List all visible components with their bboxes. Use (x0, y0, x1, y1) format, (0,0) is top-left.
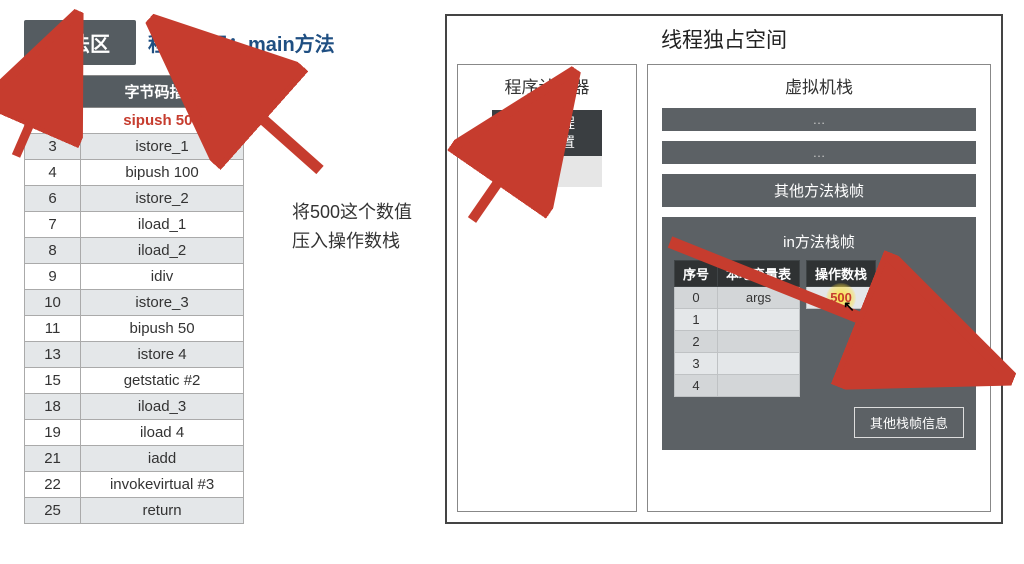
table-row: 7iload_1 (25, 212, 244, 238)
method-area-panel: 方法区 程序入口：main方法 序号 字节码指令 0sipush 5003ist… (24, 20, 434, 524)
lvt-idx: 1 (675, 309, 718, 331)
cursor-icon: ↖ (843, 298, 855, 315)
table-row: 3 (675, 353, 800, 375)
lvt-val (718, 375, 800, 397)
lvt-col-idx: 序号 (675, 261, 718, 287)
row-instr: istore_3 (81, 290, 244, 316)
row-instr: idiv (81, 264, 244, 290)
table-row: 18iload_3 (25, 394, 244, 420)
row-index: 13 (25, 342, 81, 368)
col-index: 序号 (25, 76, 81, 108)
lvt-val: args (718, 287, 800, 309)
row-index: 9 (25, 264, 81, 290)
thread-space-title: 线程独占空间 (447, 16, 1001, 58)
note-line1: 将500这个数值 (292, 198, 412, 227)
operand-stack-table: 操作数栈 500 ↖ (806, 260, 876, 309)
row-instr: return (81, 498, 244, 524)
table-row: 9idiv (25, 264, 244, 290)
row-instr: iload_2 (81, 238, 244, 264)
row-index: 15 (25, 368, 81, 394)
pc-current-label: 当前线程 执行位置 (492, 110, 602, 156)
row-index: 10 (25, 290, 81, 316)
row-index: 19 (25, 420, 81, 446)
row-index: 0 (25, 108, 81, 134)
table-row: 0sipush 500 (25, 108, 244, 134)
row-instr: iadd (81, 446, 244, 472)
program-counter-box: 程序计数器 当前线程 执行位置 0 (457, 64, 637, 512)
entry-label: 程序入口：main方法 (148, 28, 335, 57)
local-var-table: 序号 本地变量表 0args1234 (674, 260, 800, 397)
main-frame-title: in方法栈帧 (674, 231, 964, 252)
other-frame-bar: 其他方法栈帧 (662, 174, 976, 207)
vm-stack-box: 虚拟机栈 … … 其他方法栈帧 in方法栈帧 序号 本地变量表 0args123… (647, 64, 991, 512)
table-row: 6istore_2 (25, 186, 244, 212)
stack-slot-ellipsis: … (662, 141, 976, 164)
row-instr: iload_1 (81, 212, 244, 238)
table-row: 22invokevirtual #3 (25, 472, 244, 498)
row-instr: sipush 500 (81, 108, 244, 134)
lvt-val (718, 353, 800, 375)
row-index: 8 (25, 238, 81, 264)
table-row: 3istore_1 (25, 134, 244, 160)
row-instr: bipush 50 (81, 316, 244, 342)
stack-slot-ellipsis: … (662, 108, 976, 131)
row-index: 21 (25, 446, 81, 472)
lvt-idx: 0 (675, 287, 718, 309)
table-row: 19iload 4 (25, 420, 244, 446)
table-row: 13istore 4 (25, 342, 244, 368)
table-row: 21iadd (25, 446, 244, 472)
method-area-header: 方法区 程序入口：main方法 (24, 20, 434, 65)
pc-value: 0 (492, 156, 602, 187)
row-instr: iload 4 (81, 420, 244, 446)
row-instr: iload_3 (81, 394, 244, 420)
row-instr: istore 4 (81, 342, 244, 368)
row-index: 3 (25, 134, 81, 160)
row-instr: invokevirtual #3 (81, 472, 244, 498)
lvt-idx: 4 (675, 375, 718, 397)
table-row: 0args (675, 287, 800, 309)
table-row: 4bipush 100 (25, 160, 244, 186)
pc-label: 程序计数器 (458, 73, 636, 98)
table-row: 1 (675, 309, 800, 331)
lvt-val (718, 309, 800, 331)
row-index: 25 (25, 498, 81, 524)
main-frame: in方法栈帧 序号 本地变量表 0args1234 操作数栈 (662, 217, 976, 450)
row-instr: getstatic #2 (81, 368, 244, 394)
lvt-idx: 3 (675, 353, 718, 375)
vm-stack-label: 虚拟机栈 (648, 73, 990, 98)
table-row: 25return (25, 498, 244, 524)
row-instr: istore_2 (81, 186, 244, 212)
table-row: 11bipush 50 (25, 316, 244, 342)
annotation-note: 将500这个数值 压入操作数栈 (292, 198, 412, 256)
bytecode-table: 序号 字节码指令 0sipush 5003istore_14bipush 100… (24, 75, 244, 524)
table-row: 15getstatic #2 (25, 368, 244, 394)
row-index: 4 (25, 160, 81, 186)
method-area-badge: 方法区 (24, 20, 136, 65)
row-index: 7 (25, 212, 81, 238)
table-row: 10istore_3 (25, 290, 244, 316)
row-index: 22 (25, 472, 81, 498)
lvt-val (718, 331, 800, 353)
row-index: 18 (25, 394, 81, 420)
row-instr: bipush 100 (81, 160, 244, 186)
lvt-idx: 2 (675, 331, 718, 353)
row-index: 11 (25, 316, 81, 342)
lvt-col-name: 本地变量表 (718, 261, 800, 287)
row-instr: istore_1 (81, 134, 244, 160)
row-index: 6 (25, 186, 81, 212)
other-frame-info: 其他栈帧信息 (854, 407, 964, 438)
op-stack-top: 500 ↖ (807, 287, 876, 309)
col-instr: 字节码指令 (81, 76, 244, 108)
table-row: 4 (675, 375, 800, 397)
table-row: 2 (675, 331, 800, 353)
table-row: 8iload_2 (25, 238, 244, 264)
thread-space-panel: 线程独占空间 程序计数器 当前线程 执行位置 0 虚拟机栈 … … 其他方法栈帧… (445, 14, 1003, 524)
note-line2: 压入操作数栈 (292, 227, 412, 256)
